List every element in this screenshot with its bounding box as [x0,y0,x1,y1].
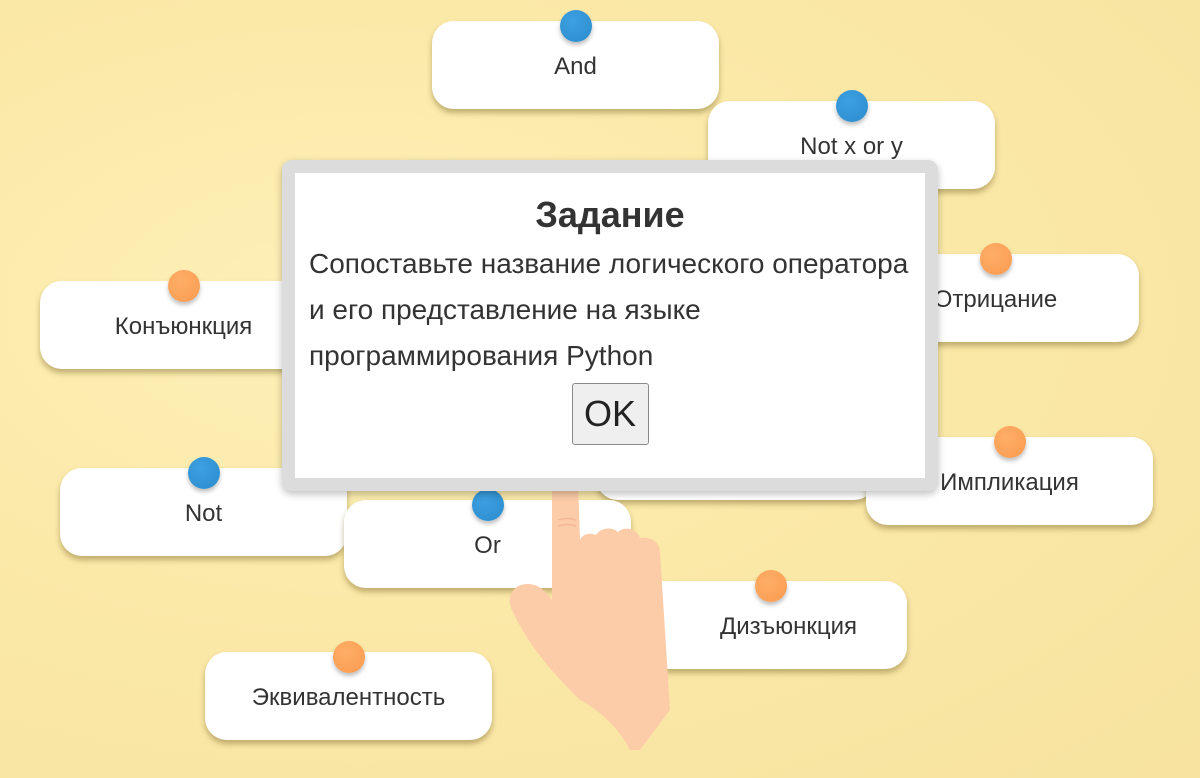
connector-dot-blue-icon[interactable] [835,90,868,122]
card-label: Конъюнкция [114,313,253,340]
card-label: Отрицание [933,286,1058,313]
card-ekvivalentnost[interactable]: Эквивалентность [205,641,492,740]
card-label: Импликация [940,469,1079,496]
dialog-title: Задание [535,194,685,235]
card-dizyunktsiya[interactable]: Дизъюнкция [620,570,907,669]
card-label: Or [474,532,501,559]
card-label: Not [184,500,223,527]
card-or[interactable]: Or [344,489,631,588]
task-dialog: Задание Сопоставьте название логического… [282,160,938,491]
ok-button[interactable]: OK [571,383,649,445]
connector-dot-orange-icon[interactable] [332,641,365,673]
connector-dot-orange-icon[interactable] [167,270,200,302]
card-label: Not x or y [800,133,903,160]
card-label: Дизъюнкция [719,613,858,640]
connector-dot-orange-icon[interactable] [993,426,1026,458]
dialog-instructions: Сопоставьте название логического операто… [309,248,909,371]
connector-dot-blue-icon[interactable] [471,489,504,521]
connector-dot-blue-icon[interactable] [559,10,592,42]
connector-dot-orange-icon[interactable] [979,243,1012,275]
connector-dot-blue-icon[interactable] [187,457,220,489]
connector-dot-orange-icon[interactable] [754,570,787,602]
card-and[interactable]: And [432,10,719,109]
card-label: Эквивалентность [251,684,446,711]
task-dialog-body: Задание Сопоставьте название логического… [295,173,925,478]
card-label: And [554,53,597,80]
